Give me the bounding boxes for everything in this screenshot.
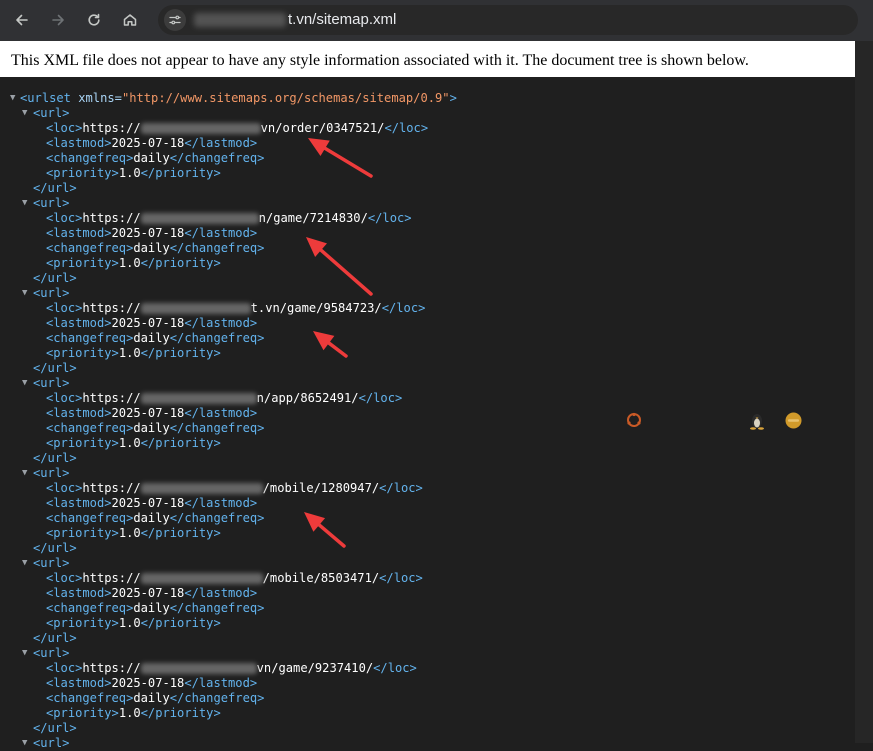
lastmod-line: <lastmod>2025-07-18</lastmod> (46, 316, 258, 330)
priority-line: <priority>1.0</priority> (46, 706, 221, 720)
forward-arrow-icon (52, 14, 64, 26)
collapse-triangle-icon[interactable]: ▼ (10, 91, 15, 106)
loc-line: <loc>https://t.vn/game/9584723/</loc> (46, 301, 426, 315)
collapse-triangle-icon[interactable]: ▼ (22, 466, 27, 481)
loc-line: <loc>https://vn/order/0347521/</loc> (46, 121, 429, 135)
reload-button[interactable] (80, 6, 108, 34)
browser-toolbar: t.vn/sitemap.xml (0, 0, 873, 42)
changefreq-line: <changefreq>daily</changefreq> (46, 421, 265, 435)
collapse-triangle-icon[interactable]: ▼ (22, 646, 27, 661)
tune-icon (169, 15, 181, 25)
no-style-info-text: This XML file does not appear to have an… (11, 52, 749, 69)
changefreq-line: <changefreq>daily</changefreq> (46, 151, 265, 165)
forward-button[interactable] (44, 6, 72, 34)
url-close-tag: </url> (33, 271, 77, 285)
info-divider (5, 75, 855, 77)
collapse-triangle-icon[interactable]: ▼ (22, 736, 27, 751)
url-open-tag: <url> (33, 646, 70, 660)
url-open-tag: <url> (33, 466, 70, 480)
redacted-domain (140, 663, 257, 674)
linux-tux-icon (750, 414, 764, 430)
ubuntu-logo-icon (627, 412, 641, 427)
redacted-hostname (194, 13, 286, 27)
site-info-button[interactable] (164, 9, 186, 31)
lastmod-line: <lastmod>2025-07-18</lastmod> (46, 496, 258, 510)
url-open-tag: <url> (33, 736, 70, 750)
url-close-tag: </url> (33, 181, 77, 195)
loc-line: <loc>https:///mobile/1280947/</loc> (46, 481, 423, 495)
back-button[interactable] (8, 6, 36, 34)
home-button[interactable] (116, 6, 144, 34)
page-edge-strip (855, 41, 873, 743)
collapse-triangle-icon[interactable]: ▼ (22, 286, 27, 301)
priority-line: <priority>1.0</priority> (46, 166, 221, 180)
url-open-tag: <url> (33, 376, 70, 390)
watermark-info (785, 410, 802, 430)
loc-line: <loc>https://n/game/7214830/</loc> (46, 211, 412, 225)
changefreq-line: <changefreq>daily</changefreq> (46, 241, 265, 255)
no-style-info-banner: This XML file does not appear to have an… (0, 41, 855, 77)
lastmod-line: <lastmod>2025-07-18</lastmod> (46, 586, 258, 600)
collapse-triangle-icon[interactable]: ▼ (22, 196, 27, 211)
redacted-domain (140, 303, 251, 314)
url-open-tag: <url> (33, 196, 70, 210)
changefreq-line: <changefreq>daily</changefreq> (46, 511, 265, 525)
priority-line: <priority>1.0</priority> (46, 526, 221, 540)
urlset-open-tag: <urlset xmlns="http://www.sitemaps.org/s… (20, 91, 457, 105)
info-badge-icon (785, 412, 802, 428)
url-open-tag: <url> (33, 106, 70, 120)
changefreq-line: <changefreq>daily</changefreq> (46, 331, 265, 345)
lastmod-line: <lastmod>2025-07-18</lastmod> (46, 676, 258, 690)
watermark-tux (749, 410, 765, 430)
xml-viewer-page: This XML file does not appear to have an… (0, 41, 855, 750)
back-arrow-icon (16, 14, 28, 26)
url-open-tag: <url> (33, 556, 70, 570)
loc-line: <loc>https://vn/game/9237410/</loc> (46, 661, 417, 675)
priority-line: <priority>1.0</priority> (46, 346, 221, 360)
lastmod-line: <lastmod>2025-07-18</lastmod> (46, 136, 258, 150)
priority-line: <priority>1.0</priority> (46, 436, 221, 450)
redacted-domain (140, 483, 263, 494)
redacted-domain (140, 213, 259, 224)
url-close-tag: </url> (33, 451, 77, 465)
lastmod-line: <lastmod>2025-07-18</lastmod> (46, 406, 258, 420)
redacted-domain (140, 573, 263, 584)
url-close-tag: </url> (33, 631, 77, 645)
loc-line: <loc>https://n/app/8652491/</loc> (46, 391, 403, 405)
redacted-domain (140, 393, 257, 404)
redacted-domain (140, 123, 261, 134)
collapse-triangle-icon[interactable]: ▼ (22, 106, 27, 121)
url-close-tag: </url> (33, 721, 77, 735)
loc-line: <loc>https:///mobile/8503471/</loc> (46, 571, 423, 585)
changefreq-line: <changefreq>daily</changefreq> (46, 601, 265, 615)
address-bar[interactable]: t.vn/sitemap.xml (158, 5, 858, 35)
reload-icon (88, 13, 100, 26)
url-text: t.vn/sitemap.xml (288, 11, 397, 28)
url-close-tag: </url> (33, 541, 77, 555)
collapse-triangle-icon[interactable]: ▼ (22, 376, 27, 391)
url-open-tag: <url> (33, 286, 70, 300)
priority-line: <priority>1.0</priority> (46, 256, 221, 270)
collapse-triangle-icon[interactable]: ▼ (22, 556, 27, 571)
priority-line: <priority>1.0</priority> (46, 616, 221, 630)
watermark-logo (626, 410, 642, 430)
changefreq-line: <changefreq>daily</changefreq> (46, 691, 265, 705)
url-close-tag: </url> (33, 361, 77, 375)
home-icon (123, 14, 137, 26)
lastmod-line: <lastmod>2025-07-18</lastmod> (46, 226, 258, 240)
